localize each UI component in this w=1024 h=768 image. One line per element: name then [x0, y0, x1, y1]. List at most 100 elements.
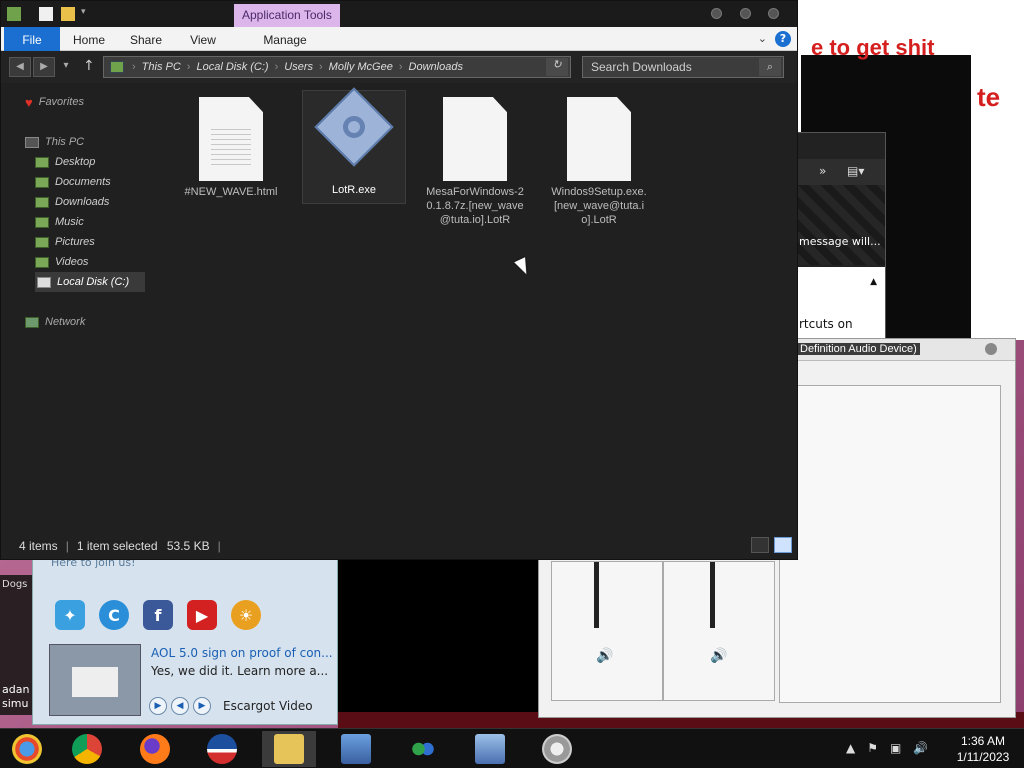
search-input[interactable]: [583, 57, 757, 77]
taskbar-setup[interactable]: [463, 731, 517, 767]
breadcrumb-separator: ›: [398, 61, 403, 73]
blank-file-icon: [443, 97, 507, 181]
tab-view[interactable]: View: [181, 27, 225, 51]
campaign-logo-icon: [207, 734, 237, 764]
forward-button[interactable]: ▶: [33, 57, 55, 77]
taskbar-volume-mixer[interactable]: [530, 731, 584, 767]
file-explorer-window[interactable]: ▾ Application Tools File Home Share View…: [0, 0, 798, 560]
sidebar-item-documents[interactable]: Documents: [35, 172, 111, 192]
speaker-icon[interactable]: 🔊: [710, 648, 727, 664]
sidebar-item-network[interactable]: Network: [25, 312, 85, 332]
expand-ribbon-icon[interactable]: ⌄: [758, 32, 767, 45]
breadcrumb-downloads[interactable]: Downloads: [409, 61, 463, 73]
audio-panel: [779, 385, 1001, 703]
network-icon: [25, 316, 39, 328]
volume-slider-left[interactable]: [594, 562, 599, 628]
file-item-mesa-lotr[interactable]: MesaForWindows-20.1.8.7z.[new_wave@tuta.…: [423, 93, 527, 227]
play-icon[interactable]: ▶: [149, 697, 167, 715]
breadcrumb-separator: ›: [274, 61, 279, 73]
sidebar-item-pictures[interactable]: Pictures: [35, 232, 95, 252]
sidebar-item-this-pc[interactable]: This PC: [25, 132, 84, 152]
taskbar-obama-app[interactable]: [195, 731, 249, 767]
refresh-icon[interactable]: ↻: [546, 58, 568, 76]
sun-icon[interactable]: ☀: [231, 600, 261, 630]
help-icon[interactable]: ?: [775, 31, 791, 47]
news-thumbnail[interactable]: [49, 644, 141, 716]
address-bar[interactable]: › This PC › Local Disk (C:) › Users › Mo…: [103, 56, 571, 78]
large-icons-view-icon[interactable]: [774, 537, 792, 553]
file-item-windos9setup-lotr[interactable]: Windos9Setup.exe.[new_wave@tuta.io].LotR: [547, 93, 651, 227]
audio-channel-left: 🔊: [551, 561, 663, 701]
volume-slider-right[interactable]: [710, 562, 715, 628]
clock[interactable]: 1:36 AM 1/11/2023: [950, 733, 1016, 765]
taskbar-messenger[interactable]: [396, 731, 450, 767]
msn-butterfly-icon[interactable]: ✦: [55, 600, 85, 630]
dialog-message: message will...: [799, 235, 881, 248]
folder-icon: [35, 216, 49, 228]
file-item-new-wave-html[interactable]: #NEW_WAVE.html: [179, 93, 283, 199]
recent-locations-icon[interactable]: ▾: [59, 57, 73, 77]
next-icon[interactable]: ▶: [193, 697, 211, 715]
breadcrumb-local-disk[interactable]: Local Disk (C:): [196, 61, 268, 73]
sidebar-label: Local Disk (C:): [57, 276, 130, 288]
sidebar-item-desktop[interactable]: Desktop: [35, 152, 95, 172]
news-link[interactable]: AOL 5.0 sign on proof of con...: [151, 646, 333, 660]
sidebar-item-music[interactable]: Music: [35, 212, 84, 232]
double-chevron-icon[interactable]: »: [819, 164, 826, 178]
taskbar-firefox[interactable]: [128, 731, 182, 767]
left-text-3: simu: [2, 697, 29, 710]
facebook-icon[interactable]: f: [143, 600, 173, 630]
news-widget[interactable]: Here to join us! ✦ C f ▶ ☀ AOL 5.0 sign …: [32, 555, 338, 725]
taskbar-file-explorer[interactable]: [262, 731, 316, 767]
sidebar-label: Pictures: [55, 236, 95, 248]
background-dialog-window[interactable]: » ▤▾ message will... ▲ rtcuts on: [786, 132, 886, 343]
setup-icon: [475, 734, 505, 764]
folder-icon: [35, 256, 49, 268]
sidebar-label: Downloads: [55, 196, 110, 208]
file-item-lotr-exe[interactable]: LotR.exe: [302, 87, 406, 204]
breadcrumb-user[interactable]: Molly McGee: [329, 61, 393, 73]
new-folder-icon[interactable]: [61, 7, 75, 21]
sidebar-item-videos[interactable]: Videos: [35, 252, 88, 272]
search-icon[interactable]: ⌕: [759, 58, 781, 76]
start-button[interactable]: [0, 731, 54, 767]
scroll-up-icon[interactable]: ▲: [870, 277, 877, 287]
network-icon[interactable]: ▣: [890, 741, 901, 755]
tab-manage[interactable]: Manage: [257, 27, 313, 51]
volume-icon[interactable]: 🔊: [913, 741, 928, 755]
tab-file[interactable]: File: [4, 27, 60, 51]
speaker-icon[interactable]: 🔊: [596, 648, 613, 664]
show-hidden-icons-icon[interactable]: ▲: [846, 741, 855, 755]
sidebar-item-downloads[interactable]: Downloads: [35, 192, 109, 212]
folder-icon: [274, 734, 304, 764]
speaker-icon: [542, 734, 572, 764]
tab-share[interactable]: Share: [123, 27, 169, 51]
youtube-icon[interactable]: ▶: [187, 600, 217, 630]
sidebar-item-favorites[interactable]: ♥ Favorites: [25, 92, 84, 112]
breadcrumb-users[interactable]: Users: [284, 61, 313, 73]
context-tab-application-tools: Application Tools: [234, 4, 340, 28]
action-center-flag-icon[interactable]: ⚑: [867, 741, 878, 755]
folder-icon[interactable]: [7, 7, 21, 21]
customize-dropdown-icon[interactable]: ▾: [81, 7, 95, 21]
chrome-logo-icon[interactable]: C: [99, 600, 129, 630]
details-view-icon[interactable]: [751, 537, 769, 553]
sidebar-item-local-disk[interactable]: Local Disk (C:): [35, 272, 145, 292]
minimize-button[interactable]: [711, 8, 722, 19]
back-button[interactable]: ◀: [9, 57, 31, 77]
close-icon[interactable]: [985, 343, 997, 355]
item-count: 4 items: [19, 539, 58, 553]
tab-home[interactable]: Home: [67, 27, 111, 51]
close-button[interactable]: [768, 8, 779, 19]
search-box[interactable]: ⌕: [582, 56, 784, 78]
dialog-content: ▲ rtcuts on: [787, 267, 885, 343]
breadcrumb-this-pc[interactable]: This PC: [142, 61, 181, 73]
maximize-button[interactable]: [740, 8, 751, 19]
taskbar-installer[interactable]: [329, 731, 383, 767]
folder-icon: [110, 61, 124, 73]
properties-icon[interactable]: [39, 7, 53, 21]
previous-icon[interactable]: ◀: [171, 697, 189, 715]
taskbar-chrome[interactable]: [60, 731, 114, 767]
up-arrow-icon[interactable]: ↑: [83, 58, 95, 74]
paste-menu-icon[interactable]: ▤▾: [847, 164, 864, 178]
